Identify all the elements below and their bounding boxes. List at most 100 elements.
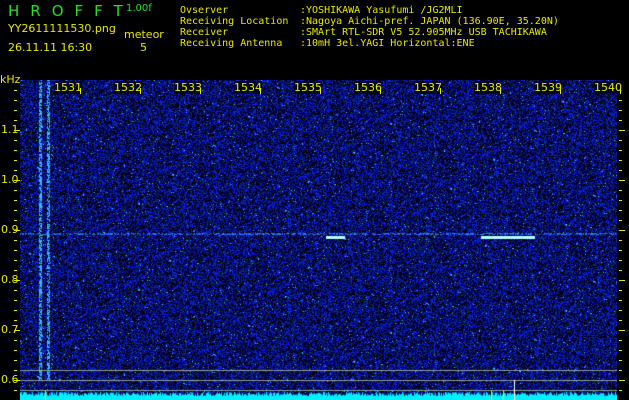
x-tick: [80, 88, 81, 94]
spectrogram: [20, 80, 617, 400]
y-tick: [14, 260, 17, 261]
x-tick-label: 1533: [174, 81, 202, 94]
y-tick: [619, 380, 625, 381]
y-tick: [14, 230, 20, 231]
y-tick: [14, 90, 17, 91]
x-tick: [320, 88, 321, 94]
info-value: :10mH 3el.YAGI Horizontal:ENE: [300, 38, 475, 49]
y-tick: [14, 220, 17, 221]
y-tick: [14, 290, 17, 291]
x-tick-label: 1535: [294, 81, 322, 94]
y-tick: [619, 360, 622, 361]
info-key: Receiving Location: [180, 16, 289, 27]
y-tick: [14, 330, 20, 331]
meteor-count: 5: [140, 41, 147, 54]
y-tick: [619, 370, 622, 371]
y-tick: [14, 310, 17, 311]
y-tick: [619, 240, 622, 241]
y-tick: [619, 140, 622, 141]
meteor-label: meteor: [124, 28, 164, 41]
y-tick: [14, 370, 17, 371]
y-tick: [14, 390, 17, 391]
x-tick: [200, 88, 201, 94]
y-tick: [619, 230, 625, 231]
info-key: Ovserver: [180, 5, 229, 16]
y-tick: [619, 330, 625, 331]
y-tick: [619, 180, 625, 181]
info-value: :YOSHIKAWA Yasufumi /JG2MLI: [300, 5, 463, 16]
y-tick: [14, 350, 17, 351]
y-tick: [14, 120, 17, 121]
y-tick: [619, 210, 622, 211]
y-tick: [619, 170, 622, 171]
x-tick-label: 1539: [534, 81, 562, 94]
x-tick-label: 1537: [414, 81, 442, 94]
y-tick: [619, 260, 622, 261]
y-tick: [619, 150, 622, 151]
info-value: :SMArt RTL-SDR V5 52.905MHz USB TACHIKAW…: [300, 27, 547, 38]
x-tick: [440, 88, 441, 94]
y-tick: [14, 380, 20, 381]
y-tick: [14, 100, 17, 101]
x-tick: [620, 88, 621, 94]
y-tick: [14, 200, 17, 201]
x-tick-label: 1534: [234, 81, 262, 94]
y-tick: [14, 360, 17, 361]
y-tick: [14, 250, 17, 251]
y-tick: [14, 270, 17, 271]
y-tick: [14, 130, 20, 131]
x-tick-label: 1536: [354, 81, 382, 94]
x-tick: [500, 88, 501, 94]
y-tick: [619, 390, 622, 391]
y-tick: [619, 300, 622, 301]
y-tick: [14, 160, 17, 161]
y-tick: [14, 320, 17, 321]
y-tick: [14, 280, 20, 281]
y-tick: [14, 140, 17, 141]
y-tick: [619, 290, 622, 291]
y-tick: [14, 180, 20, 181]
x-tick-label: 1532: [114, 81, 142, 94]
y-tick: [619, 160, 622, 161]
y-tick: [619, 190, 622, 191]
y-tick: [14, 340, 17, 341]
filename: YY2611111530.png: [8, 22, 116, 35]
y-tick: [619, 320, 622, 321]
info-observer: Ovserver :YOSHIKAWA Yasufumi /JG2MLI: [180, 5, 463, 16]
y-tick: [619, 310, 622, 311]
info-antenna: Receiving Antenna :10mH 3el.YAGI Horizont…: [180, 38, 475, 49]
info-key: Receiving Antenna: [180, 38, 283, 49]
station-info: Ovserver :YOSHIKAWA Yasufumi /JG2MLI Rece…: [180, 5, 625, 51]
y-tick: [14, 150, 17, 151]
x-tick-label: 1540: [594, 81, 622, 94]
y-tick: [619, 270, 622, 271]
y-tick: [619, 250, 622, 251]
x-tick-label: 1538: [474, 81, 502, 94]
y-tick: [619, 100, 622, 101]
x-tick: [260, 88, 261, 94]
y-tick: [619, 280, 625, 281]
y-tick: [619, 110, 622, 111]
x-tick: [560, 88, 561, 94]
y-tick: [14, 110, 17, 111]
y-tick: [619, 350, 622, 351]
version: 1.00f: [126, 3, 152, 14]
info-receiver: Receiver :SMArt RTL-SDR V5 52.905MHz USB …: [180, 27, 547, 38]
y-tick: [14, 170, 17, 171]
app-title: HROFFT: [8, 2, 134, 20]
y-tick: [619, 200, 622, 201]
y-unit: kHz: [0, 73, 21, 86]
y-tick: [14, 190, 17, 191]
info-location: Receiving Location :Nagoya Aichi-pref. JA…: [180, 16, 559, 27]
y-tick: [619, 220, 622, 221]
x-tick: [380, 88, 381, 94]
info-value: :Nagoya Aichi-pref. JAPAN (136.90E, 35.2…: [300, 16, 559, 27]
info-key: Receiver: [180, 27, 229, 38]
y-tick: [619, 130, 625, 131]
y-tick: [619, 120, 622, 121]
y-tick: [619, 340, 622, 341]
y-tick: [14, 300, 17, 301]
y-tick: [14, 240, 17, 241]
x-tick: [140, 88, 141, 94]
y-tick: [14, 210, 17, 211]
